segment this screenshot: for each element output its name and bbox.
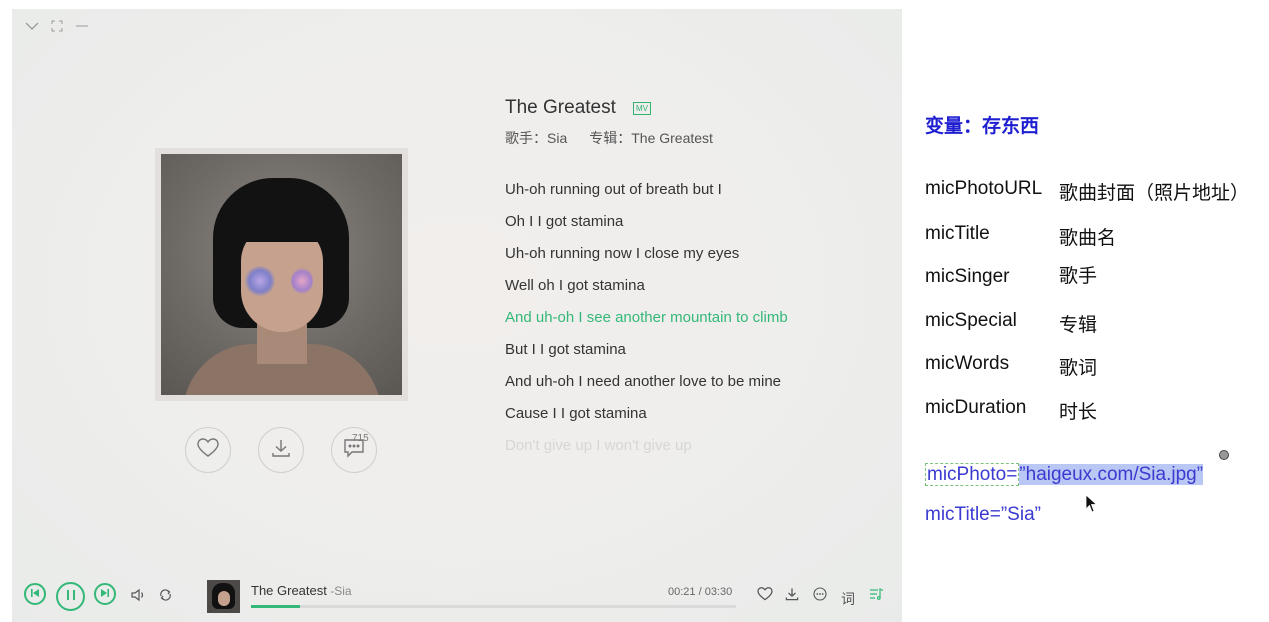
download-icon: [271, 438, 291, 463]
lyric-line[interactable]: But I I got stamina: [505, 339, 795, 361]
variable-row: micPhotoURL 歌曲封面（照片地址）: [925, 178, 1249, 204]
minimize-icon[interactable]: [75, 19, 89, 33]
progress-fill: [251, 605, 300, 608]
code-line: micTitle=”Sia”: [925, 504, 1041, 526]
collapse-chevron-icon[interactable]: [24, 19, 40, 33]
variable-row: micTitle 歌曲名: [925, 223, 1116, 249]
lyric-line[interactable]: Well oh I got stamina: [505, 275, 795, 297]
variable-row: micWords 歌词: [925, 353, 1097, 379]
skip-back-icon: [30, 585, 40, 603]
variable-description: 时长: [1059, 402, 1098, 423]
now-playing-song: The Greatest: [251, 583, 327, 598]
song-title: The Greatest: [505, 97, 616, 118]
variable-row: micSpecial 专辑: [925, 310, 1097, 336]
variable-name: micTitle: [925, 223, 990, 244]
like-button[interactable]: [185, 427, 231, 473]
lyric-line-current[interactable]: And uh-oh I see another mountain to clim…: [505, 307, 795, 329]
now-playing-title[interactable]: The Greatest -Sia: [251, 583, 352, 598]
lyric-line[interactable]: Uh-oh running now I close my eyes: [505, 243, 795, 265]
lyric-line[interactable]: Uh-oh running out of breath but I: [505, 179, 795, 201]
cursor-dot: [1219, 450, 1229, 460]
now-playing-thumbnail[interactable]: [207, 580, 240, 613]
progress-bar[interactable]: [251, 605, 736, 608]
lyric-line[interactable]: Cause I I got stamina: [505, 403, 795, 425]
download-icon: [785, 587, 799, 604]
variable-name: micPhotoURL: [925, 178, 1043, 199]
variable-name: micWords: [925, 353, 1010, 374]
comment-count: 715: [352, 433, 369, 444]
selected-code-value[interactable]: ”haigeux.com/Sia.jpg”: [1019, 464, 1204, 485]
download-button[interactable]: [258, 427, 304, 473]
variable-name: micDuration: [925, 397, 1027, 418]
lyric-line[interactable]: And uh-oh I need another love to be mine: [505, 371, 795, 393]
next-button[interactable]: [94, 583, 116, 605]
speaker-icon: [130, 588, 146, 607]
album-label[interactable]: 专辑：The Greatest: [589, 130, 713, 146]
playlist-icon: [869, 587, 884, 604]
heart-icon: [757, 587, 773, 604]
variable-name: micSpecial: [925, 310, 1017, 331]
variable-description: 歌曲封面（照片地址）: [1059, 183, 1250, 204]
repeat-icon: [158, 588, 173, 607]
lyrics-toggle-button[interactable]: 词: [841, 589, 855, 609]
lyrics-panel: Uh-oh running out of breath but I Oh I I …: [505, 179, 795, 467]
code-value[interactable]: ”Sia”: [1001, 504, 1041, 525]
music-player-window: 715 The Greatest MV 歌手：Sia 专辑：The Greates…: [12, 9, 902, 622]
more-options-button[interactable]: [813, 587, 827, 604]
mv-badge[interactable]: MV: [633, 102, 651, 115]
singer-label[interactable]: 歌手：Sia: [505, 130, 567, 146]
now-playing-artist: -Sia: [326, 584, 352, 598]
bar-like-button[interactable]: [757, 587, 773, 604]
song-meta: 歌手：Sia 专辑：The Greatest: [505, 128, 713, 148]
lyric-line[interactable]: Don't give up I won't give up: [505, 435, 795, 457]
playback-time: 00:21 / 03:30: [668, 586, 733, 598]
previous-button[interactable]: [24, 583, 46, 605]
loop-mode-button[interactable]: [158, 588, 173, 607]
variable-row: micDuration 时长: [925, 397, 1097, 423]
more-circle-icon: [813, 587, 827, 604]
playlist-button[interactable]: [869, 587, 884, 604]
code-key: micTitle=: [925, 504, 1001, 525]
album-cover-image: [161, 154, 402, 395]
code-line: micPhoto= ”haigeux.com/Sia.jpg”: [925, 463, 1204, 486]
variable-description: 歌曲名: [1059, 228, 1117, 249]
bar-download-button[interactable]: [785, 587, 799, 604]
lyric-line[interactable]: Oh I I got stamina: [505, 211, 795, 233]
skip-forward-icon: [100, 585, 110, 603]
notes-title: 变量：存东西: [925, 116, 1040, 137]
pause-button[interactable]: [56, 582, 85, 611]
code-key: micPhoto=: [925, 463, 1020, 486]
volume-button[interactable]: [130, 588, 146, 607]
pause-icon: [66, 588, 76, 606]
heart-icon: [197, 437, 219, 463]
variable-description: 专辑: [1059, 315, 1098, 336]
album-cover-frame: [155, 148, 408, 401]
fullscreen-icon[interactable]: [50, 19, 64, 33]
mouse-pointer-icon: [1085, 494, 1098, 519]
variable-row: micSinger 歌手: [925, 266, 1097, 288]
variable-description: 歌词: [1059, 358, 1098, 379]
variable-name: micSinger: [925, 266, 1010, 287]
variable-description: 歌手: [1059, 266, 1098, 287]
